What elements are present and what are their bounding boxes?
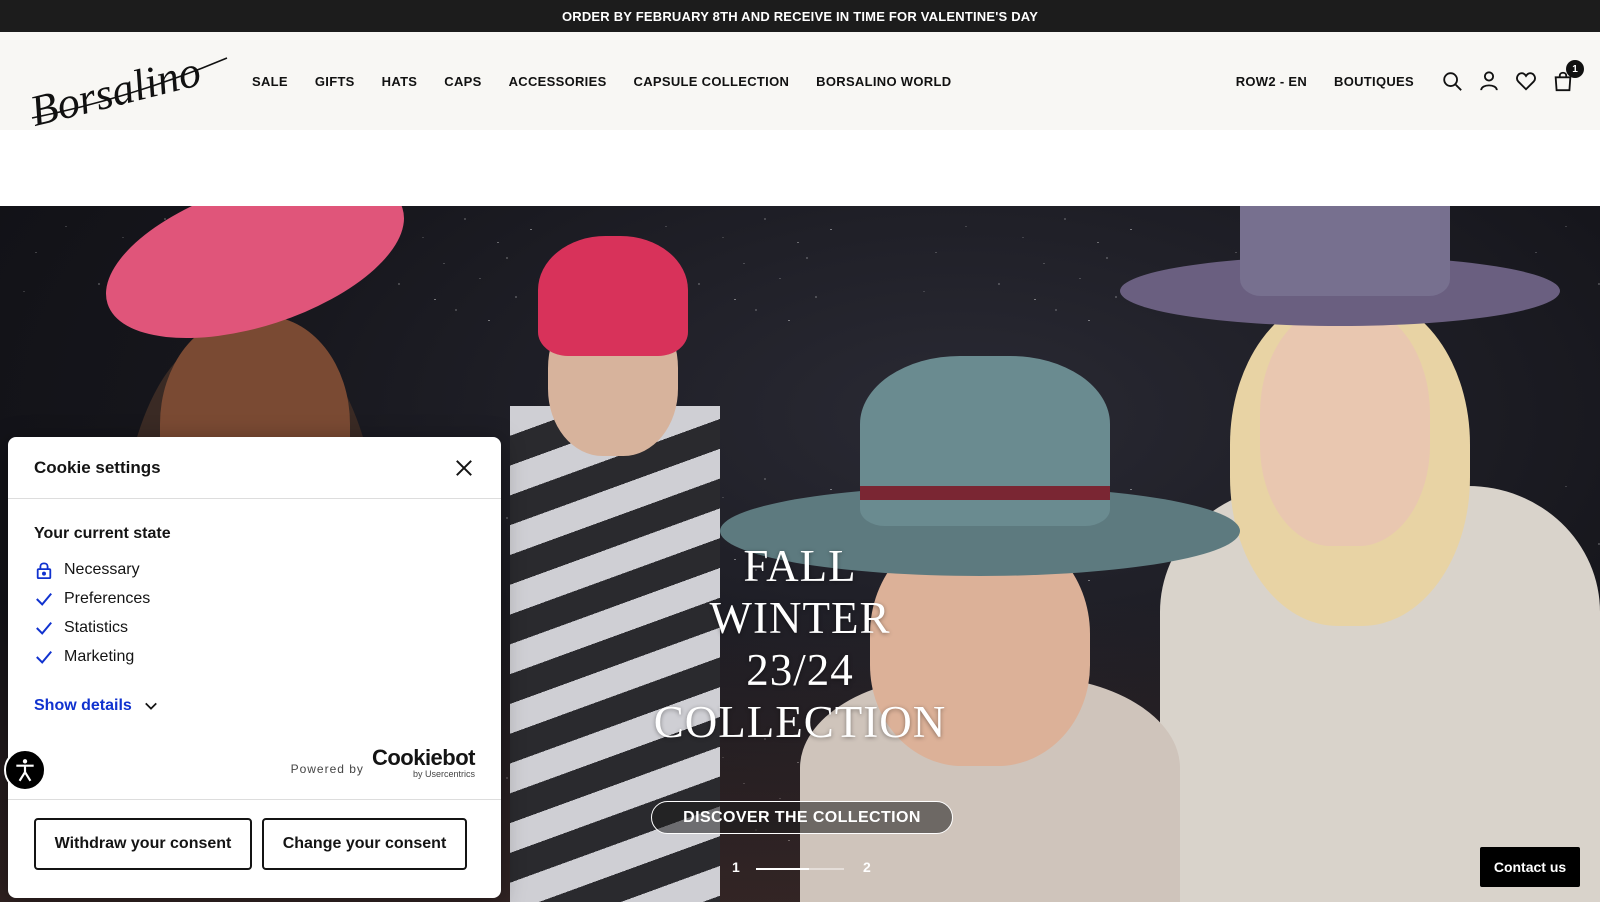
cookie-header: Cookie settings [8, 437, 501, 499]
cookie-body: Your current state Necessary Preferences… [8, 499, 501, 715]
discover-collection-button[interactable]: DISCOVER THE COLLECTION [651, 801, 953, 834]
category-label: Marketing [64, 647, 135, 665]
show-details-toggle[interactable]: Show details [34, 697, 475, 715]
slider-pagination: 1 2 [726, 857, 886, 877]
hero-title-line: COLLECTION [653, 697, 947, 747]
category-preferences: Preferences [34, 584, 475, 613]
nav-caps[interactable]: CAPS [444, 74, 481, 89]
slide-1-button[interactable]: 1 [732, 859, 740, 875]
cookiebot-logo: Cookiebot by Usercentrics [371, 745, 476, 780]
wishlist-icon[interactable] [1515, 70, 1537, 92]
powered-by-label: Powered by [290, 762, 364, 776]
category-label: Statistics [64, 618, 129, 636]
category-label: Preferences [64, 589, 151, 607]
site-header: Borsalino SALE GIFTS HATS CAPS ACCESSORI… [0, 32, 1600, 136]
category-necessary: Necessary [34, 555, 475, 584]
cookie-settings-panel: Cookie settings Your current state Neces… [8, 437, 501, 898]
chevron-down-icon [144, 698, 160, 714]
check-icon [34, 589, 54, 609]
nav-accessories[interactable]: ACCESSORIES [509, 74, 607, 89]
boutiques-link[interactable]: BOUTIQUES [1334, 74, 1414, 89]
withdraw-consent-button[interactable]: Withdraw your consent [34, 818, 252, 870]
show-details-label: Show details [34, 697, 132, 714]
current-state-heading: Your current state [34, 525, 171, 542]
powered-by-cookiebot[interactable]: Powered by Cookiebot by Usercentrics [290, 745, 476, 780]
main-nav: SALE GIFTS HATS CAPS ACCESSORIES CAPSULE… [252, 32, 978, 130]
cookie-title: Cookie settings [34, 457, 161, 477]
hero-top-spacer [0, 130, 1600, 206]
search-icon[interactable] [1441, 70, 1463, 92]
close-icon[interactable] [453, 457, 475, 479]
announcement-text: ORDER BY FEBRUARY 8TH AND RECEIVE IN TIM… [561, 8, 1039, 24]
change-consent-button[interactable]: Change your consent [262, 818, 467, 870]
nav-borsalino-world[interactable]: BORSALINO WORLD [816, 74, 951, 89]
slide-2-button[interactable]: 2 [863, 859, 871, 875]
nav-sale[interactable]: SALE [252, 74, 288, 89]
svg-text:Borsalino: Borsalino [25, 46, 205, 128]
hero-title-line: 23/24 [746, 645, 854, 695]
hero-title-line: WINTER [709, 593, 891, 643]
cart-icon[interactable]: 1 [1552, 60, 1584, 92]
contact-us-button[interactable]: Contact us [1480, 847, 1580, 887]
category-marketing: Marketing [34, 642, 475, 671]
check-icon [34, 618, 54, 638]
slide-progress-bar [756, 868, 844, 870]
brand-logo[interactable]: Borsalino [22, 38, 232, 136]
accessibility-icon[interactable] [4, 749, 46, 791]
cart-count-badge: 1 [1566, 60, 1584, 78]
hero-title: FALL WINTER 23/24 COLLECTION [640, 540, 960, 748]
hero-title-line: FALL [743, 541, 857, 591]
region-selector[interactable]: ROW2 - EN [1236, 74, 1307, 89]
category-statistics: Statistics [34, 613, 475, 642]
nav-capsule-collection[interactable]: CAPSULE COLLECTION [634, 74, 790, 89]
nav-gifts[interactable]: GIFTS [315, 74, 355, 89]
announcement-bar: ORDER BY FEBRUARY 8TH AND RECEIVE IN TIM… [0, 0, 1600, 32]
account-icon[interactable] [1478, 70, 1500, 92]
cookie-actions: Withdraw your consent Change your consen… [8, 799, 501, 898]
nav-hats[interactable]: HATS [382, 74, 418, 89]
category-label: Necessary [64, 560, 140, 578]
check-icon [34, 647, 54, 667]
header-utilities: ROW2 - EN BOUTIQUES 1 [1236, 32, 1600, 130]
lock-icon [34, 560, 54, 580]
